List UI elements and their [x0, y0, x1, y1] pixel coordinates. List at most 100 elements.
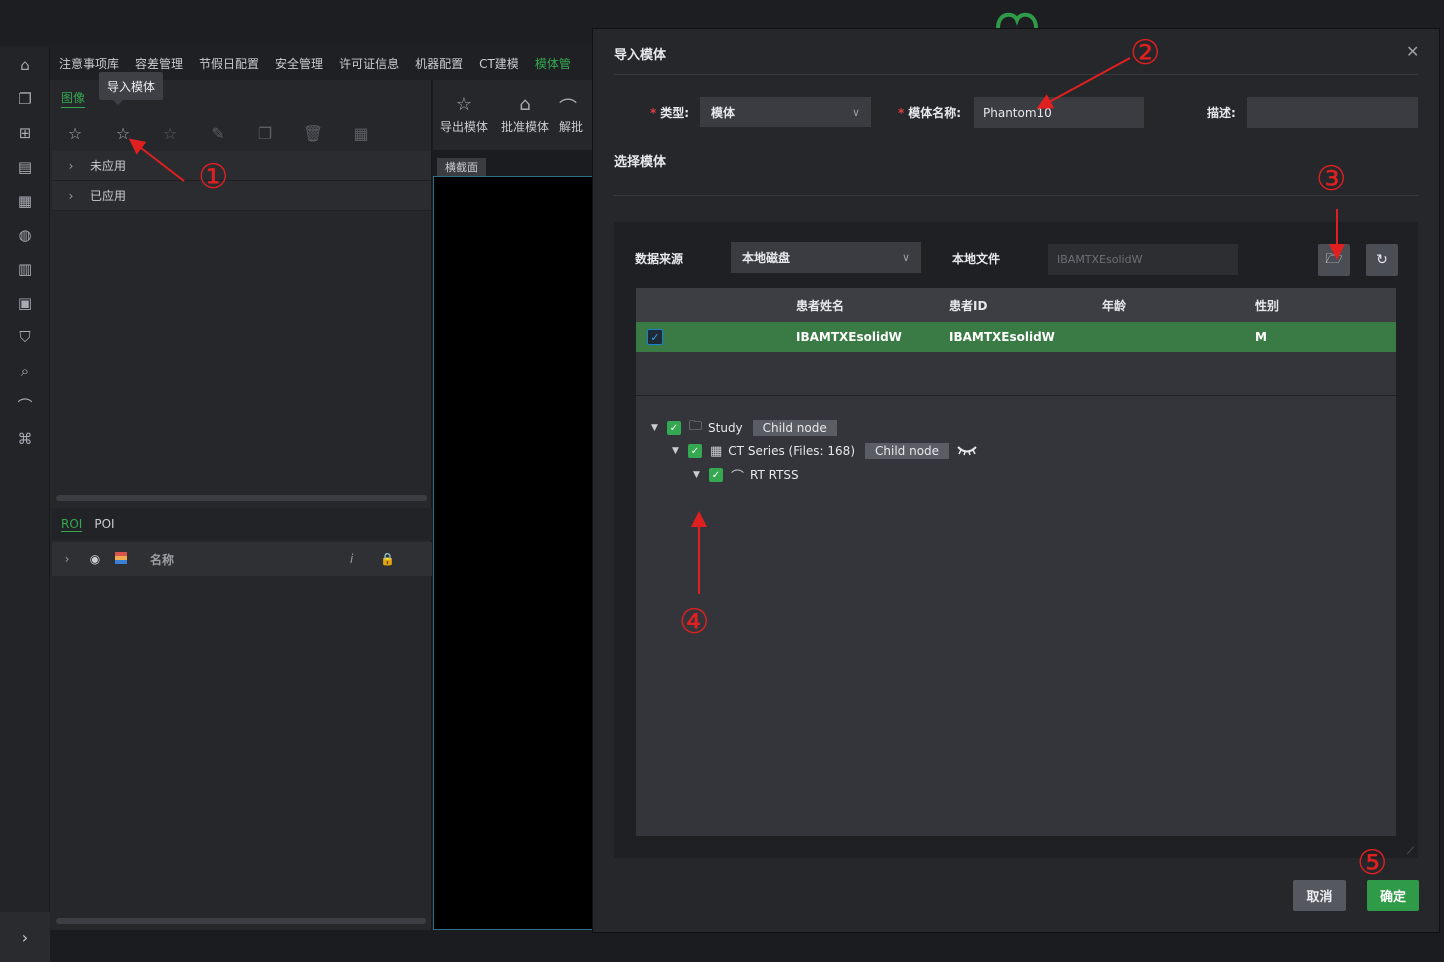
- horizontal-scrollbar[interactable]: [56, 495, 427, 501]
- roi-list-header: › ◉ 名称 i 🔒: [52, 542, 432, 576]
- menu-item[interactable]: 容差管理: [135, 55, 183, 72]
- lock-icon[interactable]: 🔒: [380, 552, 395, 566]
- local-file-input[interactable]: IBAMTXEsolidW: [1048, 244, 1238, 275]
- image-viewer[interactable]: [433, 176, 595, 930]
- type-select[interactable]: 模体 ∨: [700, 97, 871, 127]
- viewer-label: 横截面: [437, 158, 486, 176]
- refresh-button[interactable]: ↻: [1366, 244, 1398, 276]
- confirm-button[interactable]: 确定: [1367, 880, 1419, 911]
- grid-icon[interactable]: ▦: [350, 122, 372, 144]
- type-label-group: * 类型:: [650, 105, 690, 121]
- report-icon[interactable]: ▣: [15, 293, 35, 313]
- export-star-icon: ☆: [455, 94, 473, 115]
- tree-group-unapplied[interactable]: › 未应用: [52, 151, 431, 181]
- document-icon[interactable]: ▤: [15, 157, 35, 177]
- stats-icon[interactable]: ▥: [15, 259, 35, 279]
- tree-node-label: RT RTSS: [750, 468, 799, 482]
- menu-item[interactable]: 节假日配置: [199, 55, 259, 72]
- support-icon[interactable]: ◍: [15, 225, 35, 245]
- tree-node-series[interactable]: ▼ ✓ ▦ CT Series (Files: 168) Child node: [672, 442, 977, 460]
- color-palette-icon: [108, 551, 134, 567]
- row-checkbox[interactable]: ✓: [647, 329, 663, 345]
- chevron-down-icon: ∨: [851, 105, 860, 119]
- structure-icon: ⌒: [731, 469, 745, 485]
- side-nav-rail: ⌂ ❐ ⊞ ▤ ▦ ◍ ▥ ▣ ⛉ ⌕ ⌒ ⌘: [0, 46, 50, 962]
- divider: [614, 74, 1418, 75]
- expand-rail-button[interactable]: ›: [0, 912, 50, 962]
- shield-icon[interactable]: ⛉: [15, 327, 35, 347]
- delete-icon[interactable]: 🗑: [302, 122, 324, 144]
- unapprove-icon: ⌒: [559, 98, 577, 119]
- roi-poi-tabs: ROI POI: [52, 508, 432, 540]
- menu-item[interactable]: 机器配置: [415, 55, 463, 72]
- desc-label: 描述:: [1207, 106, 1236, 120]
- export-phantom-button[interactable]: ☆ 导出模体: [436, 94, 492, 135]
- caret-down-icon[interactable]: ▼: [693, 470, 709, 480]
- menu-item[interactable]: 注意事项库: [59, 55, 119, 72]
- resize-handle-icon[interactable]: ⟋: [1407, 846, 1414, 857]
- cancel-button[interactable]: 取消: [1293, 880, 1346, 911]
- tab-roi[interactable]: ROI: [61, 517, 83, 532]
- windows-icon[interactable]: ❐: [15, 89, 35, 109]
- approve-phantom-button[interactable]: ⌂ 批准模体: [497, 94, 553, 135]
- command-icon[interactable]: ⌘: [15, 429, 35, 449]
- tooltip-import-phantom: 导入模体: [99, 72, 164, 105]
- search-doc-icon[interactable]: ⌕: [15, 361, 35, 381]
- local-file-label: 本地文件: [952, 252, 1001, 266]
- tree-node-label: CT Series (Files: 168): [728, 444, 855, 458]
- chevron-down-icon: ∨: [901, 251, 910, 264]
- calendar-icon[interactable]: ▦: [15, 191, 35, 211]
- antenna-icon[interactable]: ⌒: [15, 395, 35, 415]
- checkbox-checked[interactable]: ✓: [688, 444, 702, 458]
- child-node-tag: Child node: [752, 420, 837, 436]
- close-icon[interactable]: ✕: [1406, 42, 1419, 61]
- tab-image[interactable]: 图像: [61, 89, 86, 108]
- type-value: 模体: [711, 105, 736, 120]
- menu-item-active[interactable]: 模体管: [535, 55, 571, 72]
- patient-table-header: 患者姓名 患者ID 年龄 性别: [636, 288, 1396, 322]
- caret-down-icon[interactable]: ▼: [651, 423, 667, 433]
- menu-item[interactable]: 安全管理: [275, 55, 323, 72]
- eye-icon[interactable]: ◉: [82, 552, 108, 566]
- tree-node-rtss[interactable]: ▼ ✓ ⌒ RT RTSS: [693, 466, 799, 485]
- eye-closed-icon[interactable]: [957, 444, 977, 459]
- annotation-step-5: ⑤: [1357, 843, 1388, 883]
- tree-node-study[interactable]: ▼ ✓ 🗀 Study Child node: [651, 419, 837, 437]
- tab-poi[interactable]: POI: [94, 517, 114, 531]
- tree-group-applied[interactable]: › 已应用: [52, 181, 431, 211]
- source-value: 本地磁盘: [742, 251, 791, 265]
- copy-icon[interactable]: ❐: [254, 122, 276, 144]
- checkbox-checked[interactable]: ✓: [709, 468, 723, 482]
- divider: [614, 195, 1418, 196]
- info-icon[interactable]: i: [350, 552, 353, 566]
- export-star-icon[interactable]: ☆: [159, 122, 181, 144]
- chevron-right-icon[interactable]: ›: [52, 552, 82, 566]
- cell-sex: M: [1255, 330, 1267, 344]
- menu-item[interactable]: 许可证信息: [339, 55, 399, 72]
- folder-open-icon: 🗁: [1325, 251, 1343, 267]
- description-input[interactable]: [1247, 97, 1418, 128]
- add-record-icon[interactable]: ⊞: [15, 123, 35, 143]
- series-tree: [636, 396, 1396, 836]
- horizontal-scrollbar[interactable]: [56, 918, 426, 924]
- menu-item[interactable]: CT建模: [479, 55, 519, 72]
- phantom-name-input[interactable]: Phantom10: [974, 97, 1144, 128]
- annotation-step-1: ①: [198, 157, 229, 197]
- import-phantom-icon[interactable]: ☆: [112, 122, 134, 144]
- new-phantom-icon[interactable]: ☆: [64, 122, 86, 144]
- table-empty-area: [636, 352, 1396, 395]
- section-title: 选择模体: [614, 155, 667, 170]
- home-icon[interactable]: ⌂: [15, 55, 35, 75]
- data-source-select[interactable]: 本地磁盘 ∨: [731, 242, 921, 273]
- edit-icon[interactable]: ✎: [207, 122, 229, 144]
- open-folder-button[interactable]: 🗁: [1318, 244, 1350, 276]
- table-row[interactable]: IBAMTXEsolidW IBAMTXEsolidW M: [636, 322, 1396, 352]
- refresh-icon: ↻: [1376, 252, 1388, 268]
- folder-icon: 🗀: [689, 419, 703, 434]
- checkbox-checked[interactable]: ✓: [667, 421, 681, 435]
- unapprove-phantom-button[interactable]: ⌒ 解批: [559, 94, 593, 135]
- tree-group-label: 未应用: [90, 159, 127, 173]
- col-sex: 性别: [1255, 298, 1280, 313]
- approve-lock-icon: ⌂: [519, 94, 531, 115]
- caret-down-icon[interactable]: ▼: [672, 446, 688, 456]
